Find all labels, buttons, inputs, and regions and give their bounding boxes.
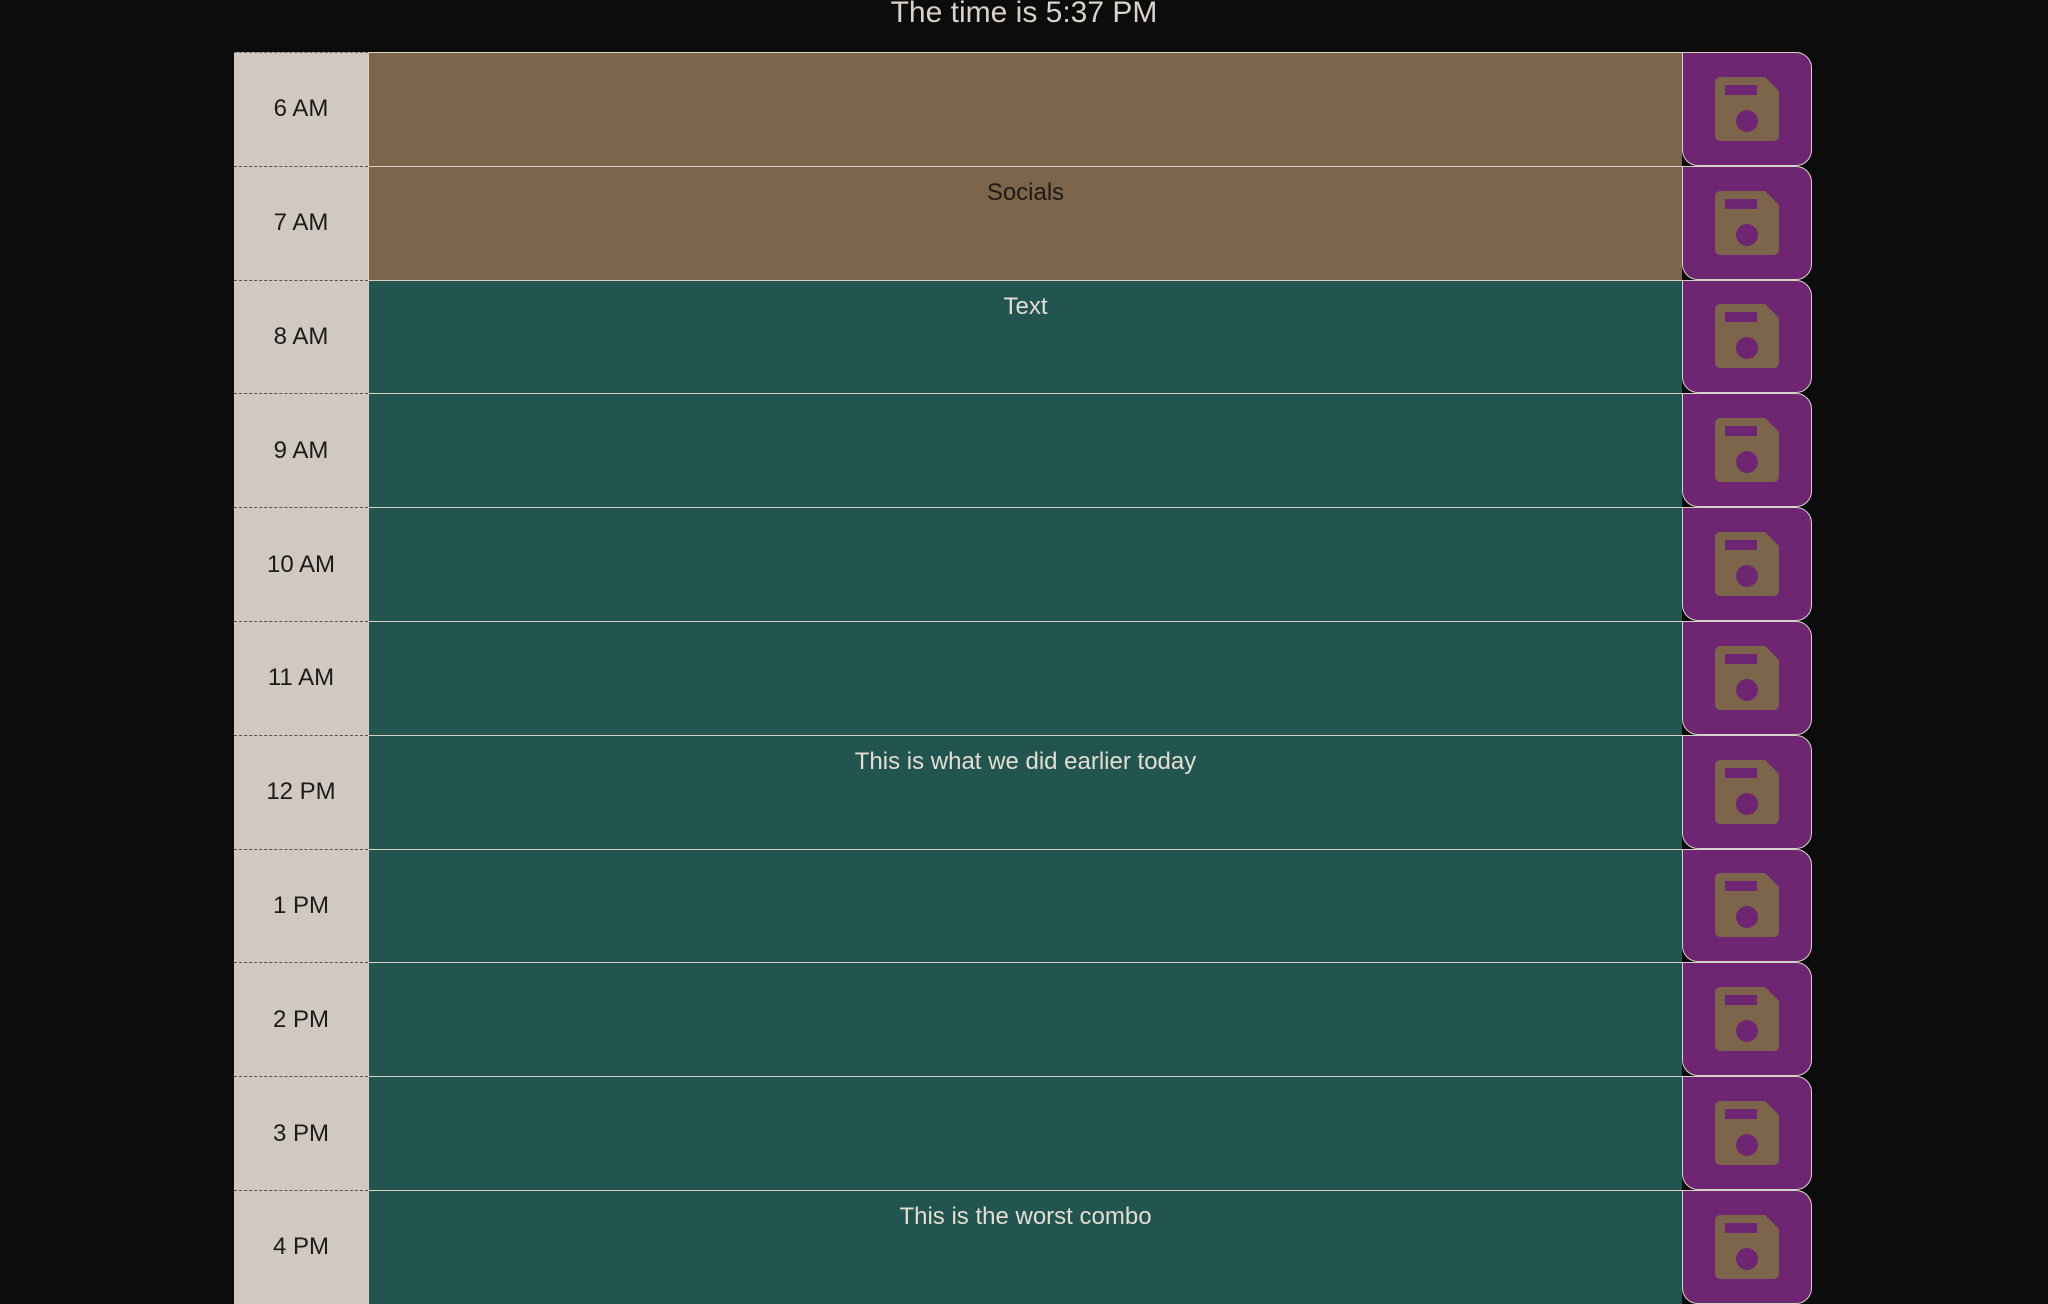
hour-label: 7 AM bbox=[234, 165, 368, 280]
hour-label: 3 PM bbox=[234, 1076, 368, 1190]
save-button[interactable] bbox=[1682, 962, 1812, 1077]
save-button[interactable] bbox=[1682, 279, 1812, 394]
hour-label: 6 AM bbox=[234, 52, 368, 166]
hour-label: 8 AM bbox=[234, 279, 368, 394]
save-button[interactable] bbox=[1682, 848, 1812, 963]
time-block-row: 10 AM bbox=[234, 507, 1814, 621]
hour-label: 1 PM bbox=[234, 848, 368, 963]
save-button[interactable] bbox=[1682, 734, 1812, 849]
description-textarea[interactable] bbox=[368, 962, 1682, 1077]
description-textarea[interactable]: Socials bbox=[368, 165, 1682, 280]
floppy-disk-icon bbox=[1715, 873, 1779, 938]
floppy-disk-icon bbox=[1715, 532, 1779, 597]
save-button[interactable] bbox=[1682, 1076, 1812, 1190]
time-block-row: 1 PM bbox=[234, 848, 1814, 963]
floppy-disk-icon bbox=[1715, 987, 1779, 1052]
floppy-disk-icon bbox=[1715, 759, 1779, 824]
hour-label: 11 AM bbox=[234, 620, 368, 735]
floppy-disk-icon bbox=[1715, 418, 1779, 483]
time-block-row: 9 AM bbox=[234, 393, 1814, 508]
time-block-row: 3 PM bbox=[234, 1076, 1814, 1190]
save-button[interactable] bbox=[1682, 393, 1812, 508]
description-textarea[interactable]: Text bbox=[368, 279, 1682, 394]
description-textarea[interactable]: This is the worst combo bbox=[368, 1189, 1682, 1304]
hour-label: 12 PM bbox=[234, 734, 368, 849]
header: The time is 5:37 PM bbox=[0, 0, 2048, 52]
description-textarea[interactable] bbox=[368, 848, 1682, 963]
description-textarea[interactable] bbox=[368, 507, 1682, 621]
time-prefix: The time is bbox=[890, 0, 1046, 29]
time-block-row: 2 PM bbox=[234, 962, 1814, 1077]
floppy-disk-icon bbox=[1715, 304, 1779, 369]
floppy-disk-icon bbox=[1715, 1214, 1779, 1279]
description-textarea[interactable] bbox=[368, 1076, 1682, 1190]
floppy-disk-icon bbox=[1715, 645, 1779, 710]
description-textarea[interactable] bbox=[368, 620, 1682, 735]
hour-label: 2 PM bbox=[234, 962, 368, 1077]
time-block-row: 11 AM bbox=[234, 620, 1814, 735]
time-block-row: 12 PM This is what we did earlier today bbox=[234, 734, 1814, 849]
time-block-row: 8 AM Text bbox=[234, 279, 1814, 394]
floppy-disk-icon bbox=[1715, 190, 1779, 255]
description-textarea[interactable]: This is what we did earlier today bbox=[368, 734, 1682, 849]
day-planner: 6 AM 7 AM Socials 8 AM Text 9 AM 10 AM 1… bbox=[234, 52, 1814, 1304]
time-block-row: 6 AM bbox=[234, 52, 1814, 166]
save-button[interactable] bbox=[1682, 620, 1812, 735]
current-time-display: The time is 5:37 PM bbox=[891, 0, 1158, 28]
save-button[interactable] bbox=[1682, 52, 1812, 166]
hour-label: 10 AM bbox=[234, 507, 368, 621]
save-button[interactable] bbox=[1682, 1189, 1812, 1304]
save-button[interactable] bbox=[1682, 507, 1812, 621]
current-time: 5:37 PM bbox=[1045, 0, 1158, 29]
floppy-disk-icon bbox=[1715, 1101, 1779, 1166]
time-block-row: 7 AM Socials bbox=[234, 165, 1814, 280]
hour-label: 4 PM bbox=[234, 1189, 368, 1304]
floppy-disk-icon bbox=[1715, 76, 1779, 141]
hour-label: 9 AM bbox=[234, 393, 368, 508]
time-block-row: 4 PM This is the worst combo bbox=[234, 1189, 1814, 1304]
description-textarea[interactable] bbox=[368, 52, 1682, 166]
save-button[interactable] bbox=[1682, 165, 1812, 280]
description-textarea[interactable] bbox=[368, 393, 1682, 508]
